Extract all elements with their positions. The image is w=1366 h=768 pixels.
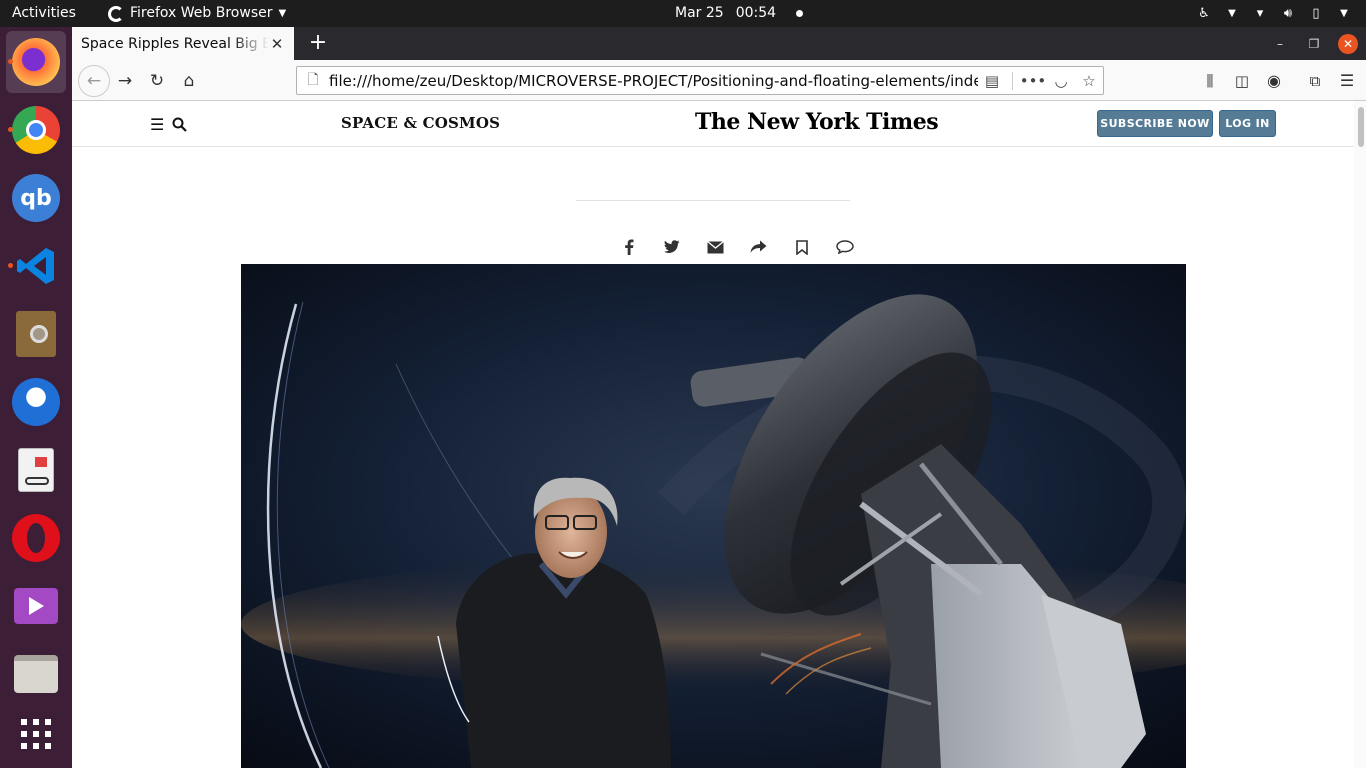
activities-button[interactable]: Activities [12, 0, 76, 27]
tab-close-icon[interactable]: ✕ [269, 35, 285, 53]
tab-bar: Space Ripples Reveal Big Ba ✕ + – ❐ ✕ [72, 27, 1366, 60]
tab-title: Space Ripples Reveal Big Ba [81, 35, 269, 52]
system-top-bar: Activities Firefox Web Browser ▼ Mar 25 … [0, 0, 1366, 27]
document-viewer-icon [16, 311, 56, 357]
clock-time: 00:54 [735, 5, 777, 21]
running-indicator [8, 127, 13, 132]
hero-image [241, 264, 1186, 768]
notification-dot-icon [796, 10, 804, 17]
battery-icon[interactable]: ▯ [1308, 6, 1324, 22]
dock-qbittorrent[interactable]: qb [6, 167, 66, 229]
page-icon[interactable]: 🗋 [297, 69, 329, 93]
url-separator [1012, 71, 1013, 90]
scrollbar-thumb[interactable] [1358, 107, 1364, 147]
login-button[interactable]: LOG IN [1219, 110, 1276, 137]
navigation-bar: ← → ↻ ⌂ 🗋 file:///home/zeu/Desktop/MICRO… [72, 60, 1366, 101]
sidebar-icon[interactable]: ◫ [1229, 68, 1255, 94]
back-button[interactable]: ← [78, 65, 110, 97]
system-tray[interactable]: ♿ ▼ ▾ 🔊︎ ▯ ▼ [1196, 0, 1352, 27]
page-viewport: ☰ SPACE & COSMOS The New York Times SUBS… [72, 101, 1366, 768]
firefox-icon [12, 38, 60, 86]
facebook-icon[interactable] [617, 235, 641, 259]
dock-thunderbird[interactable] [6, 371, 66, 433]
volume-icon[interactable]: 🔊︎ [1280, 6, 1296, 22]
dock-media-player[interactable] [6, 575, 66, 637]
opera-icon [12, 514, 60, 562]
media-player-icon [14, 588, 58, 624]
account-icon[interactable]: ◉ [1261, 68, 1287, 94]
vscode-icon [12, 242, 60, 290]
share-toolbar [617, 235, 857, 259]
reload-button[interactable]: ↻ [144, 68, 170, 94]
dock-files[interactable] [6, 643, 66, 705]
tab-active[interactable]: Space Ripples Reveal Big Ba ✕ [72, 27, 294, 60]
thunderbird-icon [12, 378, 60, 426]
minimize-button[interactable]: – [1270, 34, 1290, 54]
clock[interactable]: Mar 25 00:54 [675, 0, 804, 27]
app-menu[interactable]: Firefox Web Browser ▼ [108, 0, 286, 27]
dock-document-viewer[interactable] [6, 303, 66, 365]
url-bar[interactable]: 🗋 file:///home/zeu/Desktop/MICROVERSE-PR… [296, 66, 1104, 95]
menu-icon[interactable]: ☰ [1334, 68, 1360, 94]
running-indicator [8, 59, 13, 64]
dock-chrome[interactable] [6, 99, 66, 161]
dock-vscode[interactable] [6, 235, 66, 297]
chevron-down-icon: ▼ [278, 8, 287, 19]
accessibility-icon[interactable]: ♿ [1196, 6, 1212, 22]
home-button[interactable]: ⌂ [176, 68, 202, 94]
dock-firefox[interactable] [6, 31, 66, 93]
library-icon[interactable]: ⫼ [1197, 68, 1223, 94]
app-menu-label: Firefox Web Browser [130, 5, 273, 21]
new-tab-button[interactable]: + [304, 29, 332, 57]
scrollbar[interactable] [1354, 101, 1366, 768]
reader-view-icon[interactable]: ▤ [978, 72, 1006, 90]
site-header: ☰ SPACE & COSMOS The New York Times SUBS… [72, 101, 1354, 147]
running-indicator [8, 263, 13, 268]
section-title[interactable]: SPACE & COSMOS [341, 114, 500, 132]
subscribe-button[interactable]: SUBSCRIBE NOW [1097, 110, 1213, 137]
nyt-logo[interactable]: The New York Times [695, 109, 939, 135]
extensions-icon[interactable]: ⧉ [1302, 68, 1328, 94]
chevron-down-icon[interactable]: ▼ [1336, 6, 1352, 22]
dock-opera[interactable] [6, 507, 66, 569]
show-applications-button[interactable] [6, 703, 66, 765]
clock-date: Mar 25 [675, 5, 724, 21]
dock: qb [0, 27, 72, 768]
header-icons: ☰ [150, 115, 188, 134]
wifi-icon[interactable]: ▾ [1252, 6, 1268, 22]
divider [576, 200, 850, 201]
maximize-button[interactable]: ❐ [1304, 34, 1324, 54]
bookmark-icon[interactable] [790, 235, 814, 259]
share-icon[interactable] [747, 235, 771, 259]
firefox-small-icon [108, 5, 124, 22]
url-text[interactable]: file:///home/zeu/Desktop/MICROVERSE-PROJ… [329, 72, 978, 90]
forward-button[interactable]: → [112, 68, 138, 94]
qbittorrent-icon: qb [12, 174, 60, 222]
files-icon [14, 655, 58, 693]
bookmark-star-icon[interactable]: ☆ [1075, 72, 1103, 90]
chrome-icon [12, 106, 60, 154]
search-icon[interactable] [172, 117, 188, 132]
pocket-icon[interactable]: ◡ [1047, 72, 1075, 90]
dock-text-reader[interactable] [6, 439, 66, 501]
comment-icon[interactable] [833, 235, 857, 259]
twitter-icon[interactable] [660, 235, 684, 259]
chevron-down-icon[interactable]: ▼ [1224, 6, 1240, 22]
page-actions-icon[interactable]: ••• [1019, 72, 1047, 90]
email-icon[interactable] [703, 235, 727, 259]
hamburger-menu-icon[interactable]: ☰ [150, 115, 164, 134]
close-window-button[interactable]: ✕ [1338, 34, 1358, 54]
show-applications-icon [21, 719, 51, 749]
text-reader-icon [18, 448, 54, 492]
